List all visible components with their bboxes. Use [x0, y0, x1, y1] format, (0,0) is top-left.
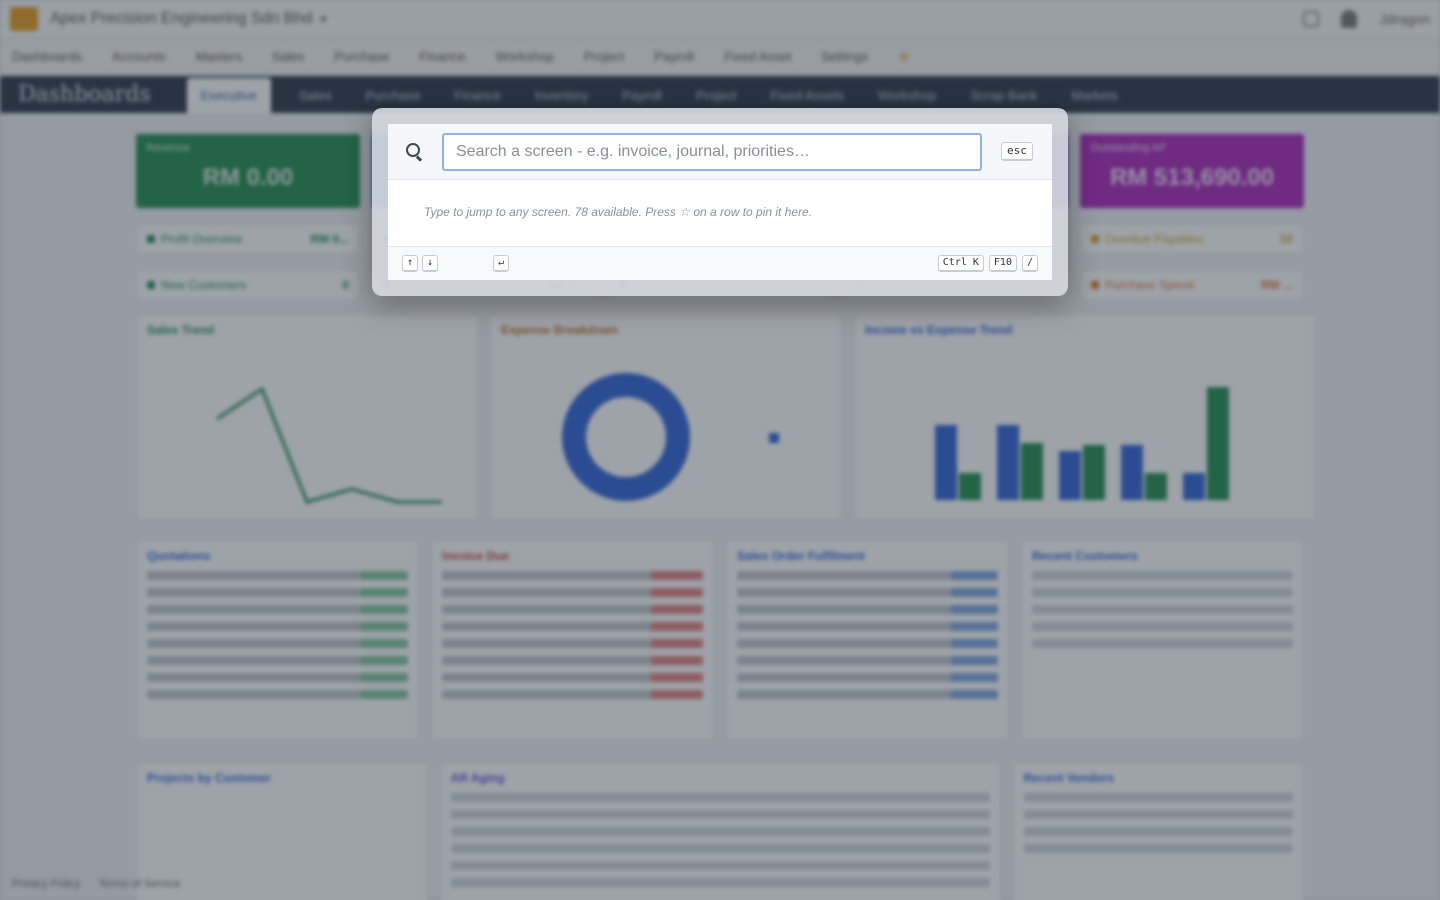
- arrow-down-key: ↓: [422, 255, 439, 272]
- search-icon: [406, 142, 424, 161]
- shortcut-keys: Ctrl K F10 /: [937, 255, 1038, 272]
- nav-keys: ↑ ↓: [402, 255, 439, 272]
- palette-results: Type to jump to any screen. 78 available…: [388, 180, 1052, 246]
- command-palette: esc Type to jump to any screen. 78 avail…: [388, 124, 1052, 280]
- enter-key: ↵: [493, 255, 510, 272]
- ctrl-k-key: Ctrl K: [937, 255, 984, 272]
- arrow-up-key: ↑: [402, 255, 419, 272]
- palette-header: esc: [388, 124, 1052, 180]
- esc-key-hint[interactable]: esc: [1001, 142, 1033, 161]
- palette-footer: ↑ ↓ ↵ Ctrl K F10 /: [388, 246, 1052, 280]
- slash-key: /: [1021, 255, 1038, 272]
- command-palette-frame: esc Type to jump to any screen. 78 avail…: [372, 108, 1068, 296]
- f10-key: F10: [988, 255, 1017, 272]
- palette-hint: Type to jump to any screen. 78 available…: [424, 205, 813, 219]
- screen-search-input[interactable]: [442, 132, 982, 171]
